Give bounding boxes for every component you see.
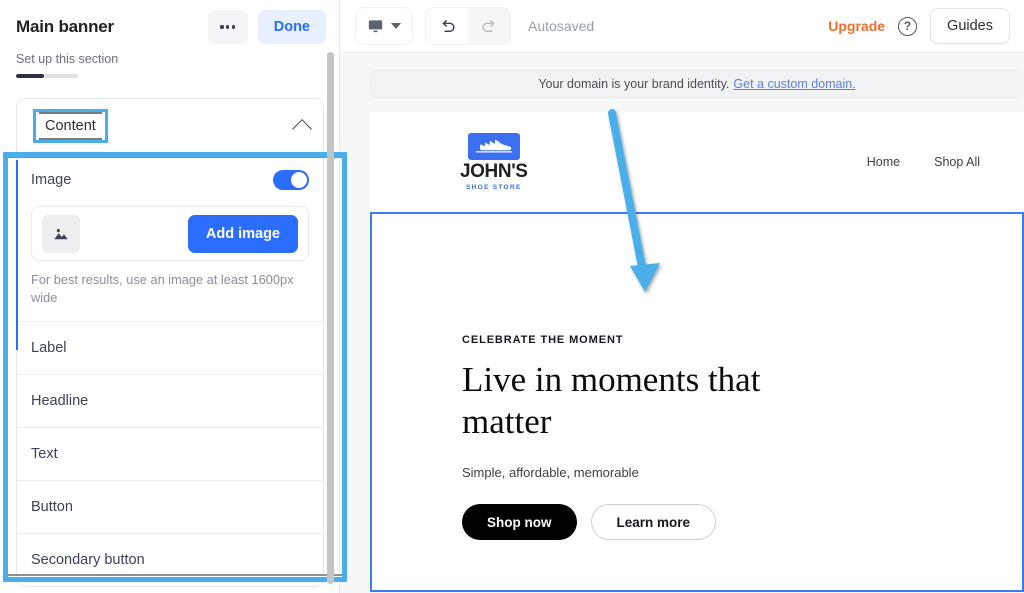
hero-eyebrow: CELEBRATE THE MOMENT	[462, 334, 624, 346]
question-mark-circle-icon[interactable]: ?	[898, 16, 918, 36]
more-dots-icon	[220, 25, 236, 29]
autosaved-status: Autosaved	[528, 18, 595, 34]
chevron-down-icon	[391, 23, 401, 29]
row-secondary-button-text: Secondary button	[31, 552, 145, 568]
image-placeholder-icon[interactable]	[42, 214, 80, 253]
toggle-knob	[291, 172, 307, 188]
hero-section[interactable]: CELEBRATE THE MOMENT Live in moments tha…	[370, 212, 1024, 592]
image-row-header: Image	[31, 154, 309, 206]
scrollbar-thumb[interactable]	[327, 52, 334, 584]
done-button[interactable]: Done	[257, 10, 326, 44]
setup-progress-bar	[16, 74, 78, 78]
row-text-text: Text	[31, 446, 58, 462]
undo-button[interactable]	[426, 8, 468, 44]
shoe-icon	[467, 133, 520, 160]
hero-headline: Live in moments that matter	[462, 360, 761, 441]
shop-now-button[interactable]: Shop now	[462, 504, 577, 540]
row-secondary-button[interactable]: Secondary button	[17, 533, 323, 586]
logo-tagline: SHOE STORE	[466, 184, 522, 191]
get-custom-domain-link[interactable]: Get a custom domain.	[733, 77, 855, 91]
row-headline[interactable]: Headline	[17, 374, 323, 427]
redo-arrow-icon	[481, 19, 494, 32]
panel-scrollbar[interactable]	[327, 52, 334, 584]
guides-button[interactable]: Guides	[930, 8, 1010, 44]
image-toggle[interactable]	[273, 170, 309, 190]
row-label-text: Label	[31, 340, 67, 356]
desktop-monitor-icon	[368, 20, 383, 33]
nav-item-home[interactable]: Home	[867, 155, 900, 169]
site-preview: JOHN'S SHOE STORE Home Shop All CELEBRAT…	[370, 112, 1024, 592]
row-headline-text: Headline	[31, 393, 89, 409]
redo-button[interactable]	[468, 8, 510, 44]
image-row-active-indicator	[16, 160, 18, 350]
learn-more-button[interactable]: Learn more	[590, 504, 717, 540]
image-help-text: For best results, use an image at least …	[31, 272, 294, 305]
panel-header: Main banner Done	[0, 0, 340, 48]
undo-arrow-icon	[442, 19, 455, 32]
preview-canvas: Your domain is your brand identity. Get …	[340, 53, 1024, 593]
app-root: Main banner Done Set up this section Con…	[0, 0, 1024, 593]
row-button-text: Button	[31, 499, 73, 515]
setup-progress: Set up this section	[0, 48, 340, 78]
content-section-header[interactable]: Content	[17, 99, 323, 153]
setup-label: Set up this section	[16, 52, 119, 66]
editor-preview-area: Autosaved Upgrade ? Guides Your domain i…	[340, 0, 1024, 593]
nav-item-shop-all[interactable]: Shop All	[934, 155, 980, 169]
setup-progress-fill	[16, 74, 44, 78]
hero-buttons: Shop now Learn more	[462, 504, 1022, 540]
device-selector[interactable]	[356, 8, 412, 44]
hero-subtext: Simple, affordable, memorable	[462, 465, 639, 480]
section-editor-panel: Main banner Done Set up this section Con…	[0, 0, 347, 593]
more-options-button[interactable]	[207, 10, 248, 44]
editor-toolbar: Autosaved Upgrade ? Guides	[340, 0, 1024, 53]
image-picker: Add image	[31, 206, 309, 261]
toolbar-right-group: Upgrade ? Guides	[828, 8, 1010, 44]
site-nav: Home Shop All	[867, 155, 980, 169]
upgrade-link[interactable]: Upgrade	[828, 18, 885, 34]
site-header: JOHN'S SHOE STORE Home Shop All	[370, 112, 1024, 212]
content-section-label: Content	[45, 118, 96, 134]
add-image-button[interactable]: Add image	[187, 214, 298, 253]
logo-name: JOHN'S	[460, 161, 528, 182]
row-text[interactable]: Text	[17, 427, 323, 480]
domain-banner-text: Your domain is your brand identity.	[538, 77, 730, 91]
site-logo[interactable]: JOHN'S SHOE STORE	[460, 133, 528, 191]
undo-redo-group	[426, 8, 510, 44]
row-button[interactable]: Button	[17, 480, 323, 533]
domain-banner: Your domain is your brand identity. Get …	[370, 69, 1024, 99]
image-row: Image Add image For best results, use an…	[17, 153, 323, 321]
content-header-highlight: Content	[33, 109, 108, 143]
row-label[interactable]: Label	[17, 321, 323, 374]
chevron-up-icon[interactable]	[292, 118, 312, 139]
content-section-card: Content Image Add image For best results…	[16, 98, 324, 587]
image-row-label: Image	[31, 172, 72, 188]
page-title: Main banner	[16, 17, 114, 36]
